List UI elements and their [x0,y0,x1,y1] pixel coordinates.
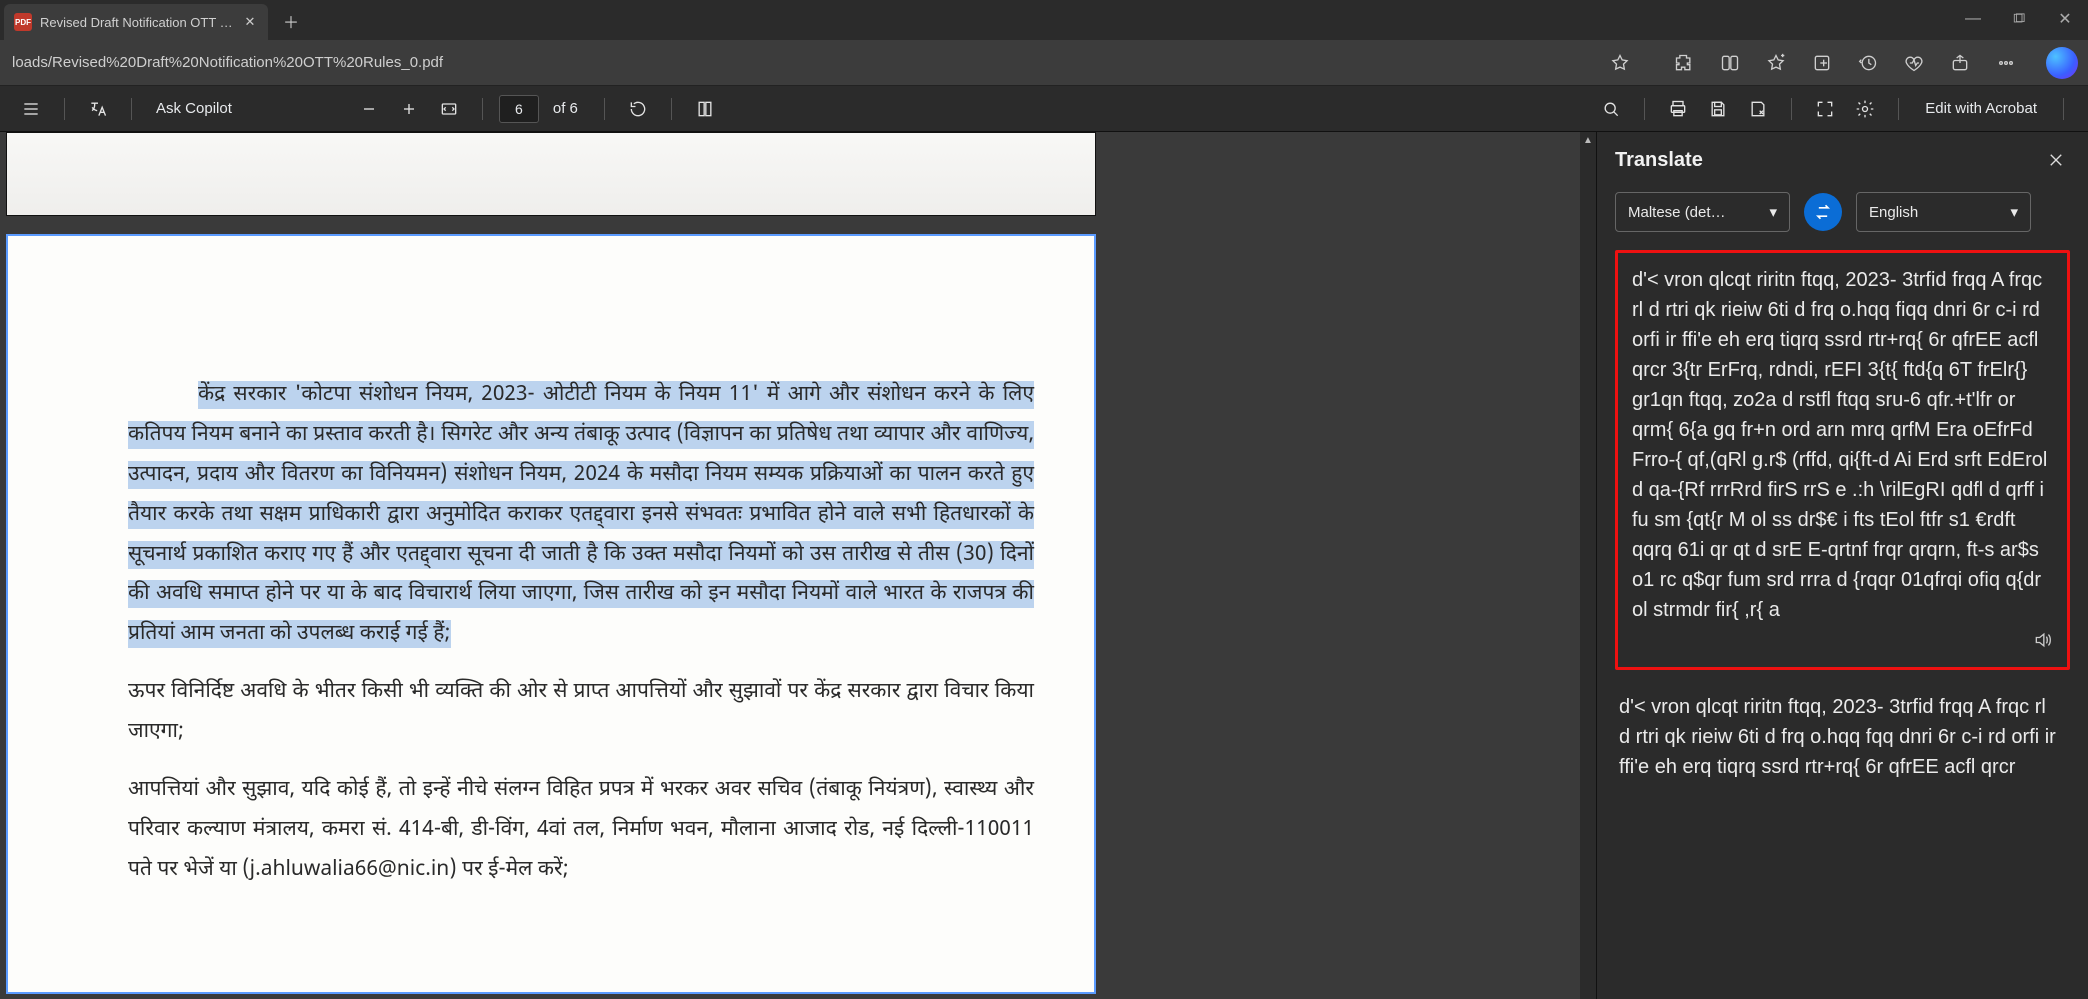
paragraph-2[interactable]: ऊपर विनिर्दिष्ट अवधि के भीतर किसी भी व्य… [128,673,1034,753]
window-controls: ― ✕ [1950,0,2088,38]
paragraph-3[interactable]: आपत्तियां और सुझाव, यदि कोई हैं, तो इन्ह… [128,771,1034,891]
extensions-icon[interactable] [1664,43,1704,83]
collections-icon[interactable] [1802,43,1842,83]
pdf-toolbar: Ask Copilot of 6 Edit with Acrobat [0,86,2088,132]
toc-icon[interactable] [14,92,48,126]
address-toolbar: loads/Revised%20Draft%20Notification%20O… [0,40,2088,86]
chevron-down-icon: ▾ [2010,203,2018,221]
history-icon[interactable] [1848,43,1888,83]
target-language-select[interactable]: English ▾ [1856,192,2031,232]
titlebar: PDF Revised Draft Notification OTT Ru ✕ … [0,0,2088,40]
translation-text-1[interactable]: d'< vron qlcqt riritn ftqq, 2023- 3trfid… [1632,269,2047,621]
source-language-select[interactable]: Maltese (det… ▾ [1615,192,1790,232]
browser-tab[interactable]: PDF Revised Draft Notification OTT Ru ✕ [4,4,268,40]
previous-page-sliver [6,132,1096,216]
ask-copilot-button[interactable]: Ask Copilot [148,100,240,117]
save-icon[interactable] [1701,92,1735,126]
vertical-scrollbar[interactable]: ▲ [1580,132,1596,999]
page-view-icon[interactable] [688,92,722,126]
translate-icon[interactable] [81,92,115,126]
pdf-file-icon: PDF [14,13,32,31]
copilot-icon[interactable] [2046,47,2078,79]
pdf-viewer[interactable]: केंद्र सरकार 'कोटपा संशोधन नियम, 2023- ओ… [0,132,1596,999]
scroll-up-icon[interactable]: ▲ [1580,132,1596,148]
find-icon[interactable] [1594,92,1628,126]
new-tab-button[interactable]: ＋ [276,6,306,36]
maximize-button[interactable] [1996,0,2042,38]
edit-with-acrobat-button[interactable]: Edit with Acrobat [1915,100,2047,117]
settings-gear-icon[interactable] [1848,92,1882,126]
minimize-button[interactable]: ― [1950,0,1996,38]
page-number-input[interactable] [499,95,539,123]
translate-panel: Translate Maltese (det… ▾ English ▾ d'< … [1596,132,2088,999]
split-screen-icon[interactable] [1710,43,1750,83]
fit-page-icon[interactable] [432,92,466,126]
translation-result-primary: d'< vron qlcqt riritn ftqq, 2023- 3trfid… [1615,250,2070,670]
chevron-down-icon: ▾ [1769,203,1777,221]
fullscreen-icon[interactable] [1808,92,1842,126]
paragraph-highlighted[interactable]: केंद्र सरकार 'कोटपा संशोधन नियम, 2023- ओ… [128,376,1034,655]
zoom-in-button[interactable] [392,92,426,126]
health-icon[interactable] [1894,43,1934,83]
close-panel-button[interactable] [2042,146,2070,174]
share-icon[interactable] [1940,43,1980,83]
url-field[interactable]: loads/Revised%20Draft%20Notification%20O… [6,50,1594,75]
translation-text-2[interactable]: d'< vron qlcqt riritn ftqq, 2023- 3trfid… [1619,696,2056,778]
translate-title: Translate [1615,149,1703,172]
pdf-page[interactable]: केंद्र सरकार 'कोटपा संशोधन नियम, 2023- ओ… [6,234,1096,994]
language-row: Maltese (det… ▾ English ▾ [1615,192,2070,232]
favorite-star-icon[interactable] [1600,43,1640,83]
save-as-icon[interactable] [1741,92,1775,126]
read-aloud-button[interactable] [2033,629,2053,659]
main-area: केंद्र सरकार 'कोटपा संशोधन नियम, 2023- ओ… [0,132,2088,999]
tab-title: Revised Draft Notification OTT Ru [40,15,234,30]
close-tab-icon[interactable]: ✕ [242,14,258,30]
close-window-button[interactable]: ✕ [2042,0,2088,38]
source-language-label: Maltese (det… [1628,204,1726,221]
translation-result-secondary: d'< vron qlcqt riritn ftqq, 2023- 3trfid… [1615,688,2070,782]
rotate-icon[interactable] [621,92,655,126]
zoom-out-button[interactable] [352,92,386,126]
page-total-label: of 6 [553,100,578,117]
more-icon[interactable] [1986,43,2026,83]
print-icon[interactable] [1661,92,1695,126]
target-language-label: English [1869,204,1918,221]
swap-languages-button[interactable] [1804,193,1842,231]
favorites-icon[interactable] [1756,43,1796,83]
